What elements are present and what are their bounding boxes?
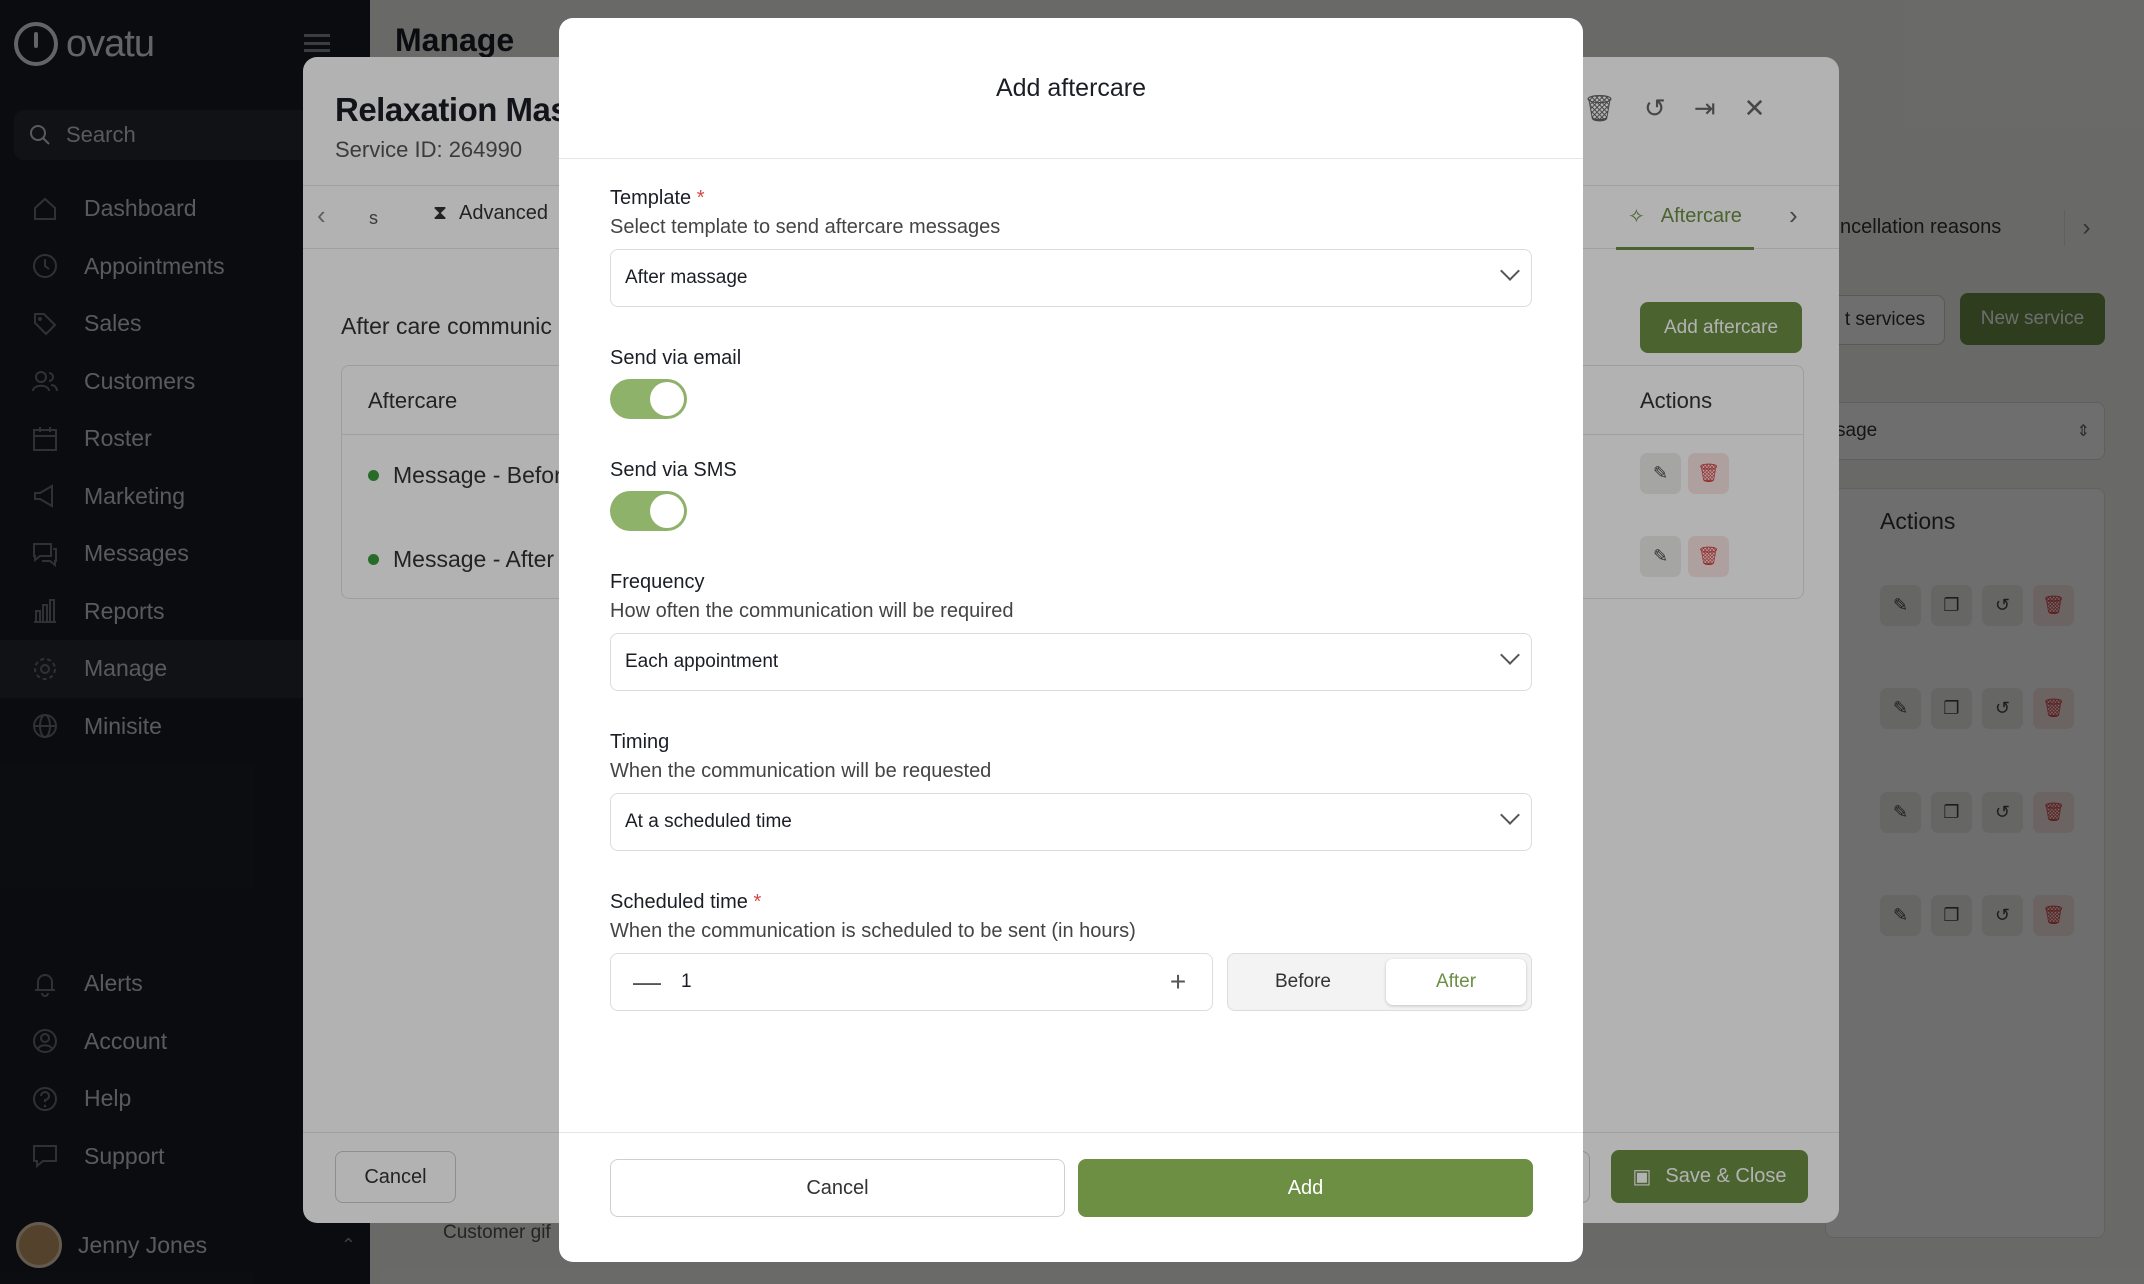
toggle-knob xyxy=(650,382,684,416)
add-aftercare-dialog: Add aftercare Template * Select template… xyxy=(559,18,1583,1262)
template-hint: Select template to send aftercare messag… xyxy=(610,216,1001,238)
frequency-hint: How often the communication will be requ… xyxy=(610,600,1014,622)
scheduled-label: Scheduled time * xyxy=(610,891,762,913)
timing-select[interactable]: At a scheduled time xyxy=(610,793,1532,851)
hours-stepper: — 1 + xyxy=(610,953,1213,1011)
timing-hint: When the communication will be requested xyxy=(610,760,992,782)
timing-label: Timing xyxy=(610,731,670,753)
increment-button[interactable]: + xyxy=(1158,960,1198,1004)
before-after-toggle: Before After xyxy=(1227,953,1532,1011)
template-select[interactable]: After massage xyxy=(610,249,1532,307)
sms-label: Send via SMS xyxy=(610,459,737,481)
email-label: Send via email xyxy=(610,347,742,369)
dialog-footer: Cancel Add xyxy=(559,1132,1583,1262)
sms-toggle[interactable] xyxy=(610,491,687,531)
after-option[interactable]: After xyxy=(1386,959,1526,1005)
dialog-title: Add aftercare xyxy=(559,18,1583,159)
frequency-select[interactable]: Each appointment xyxy=(610,633,1532,691)
template-label: Template * xyxy=(610,187,705,209)
cancel-button[interactable]: Cancel xyxy=(610,1159,1065,1217)
email-toggle[interactable] xyxy=(610,379,687,419)
chevron-down-icon xyxy=(1500,645,1520,665)
hours-input[interactable]: 1 xyxy=(681,971,692,993)
scheduled-hint: When the communication is scheduled to b… xyxy=(610,920,1136,942)
toggle-knob xyxy=(650,494,684,528)
chevron-down-icon xyxy=(1500,261,1520,281)
before-option[interactable]: Before xyxy=(1233,959,1373,1005)
frequency-label: Frequency xyxy=(610,571,705,593)
decrement-button[interactable]: — xyxy=(627,960,667,1004)
add-button[interactable]: Add xyxy=(1078,1159,1533,1217)
chevron-down-icon xyxy=(1500,805,1520,825)
